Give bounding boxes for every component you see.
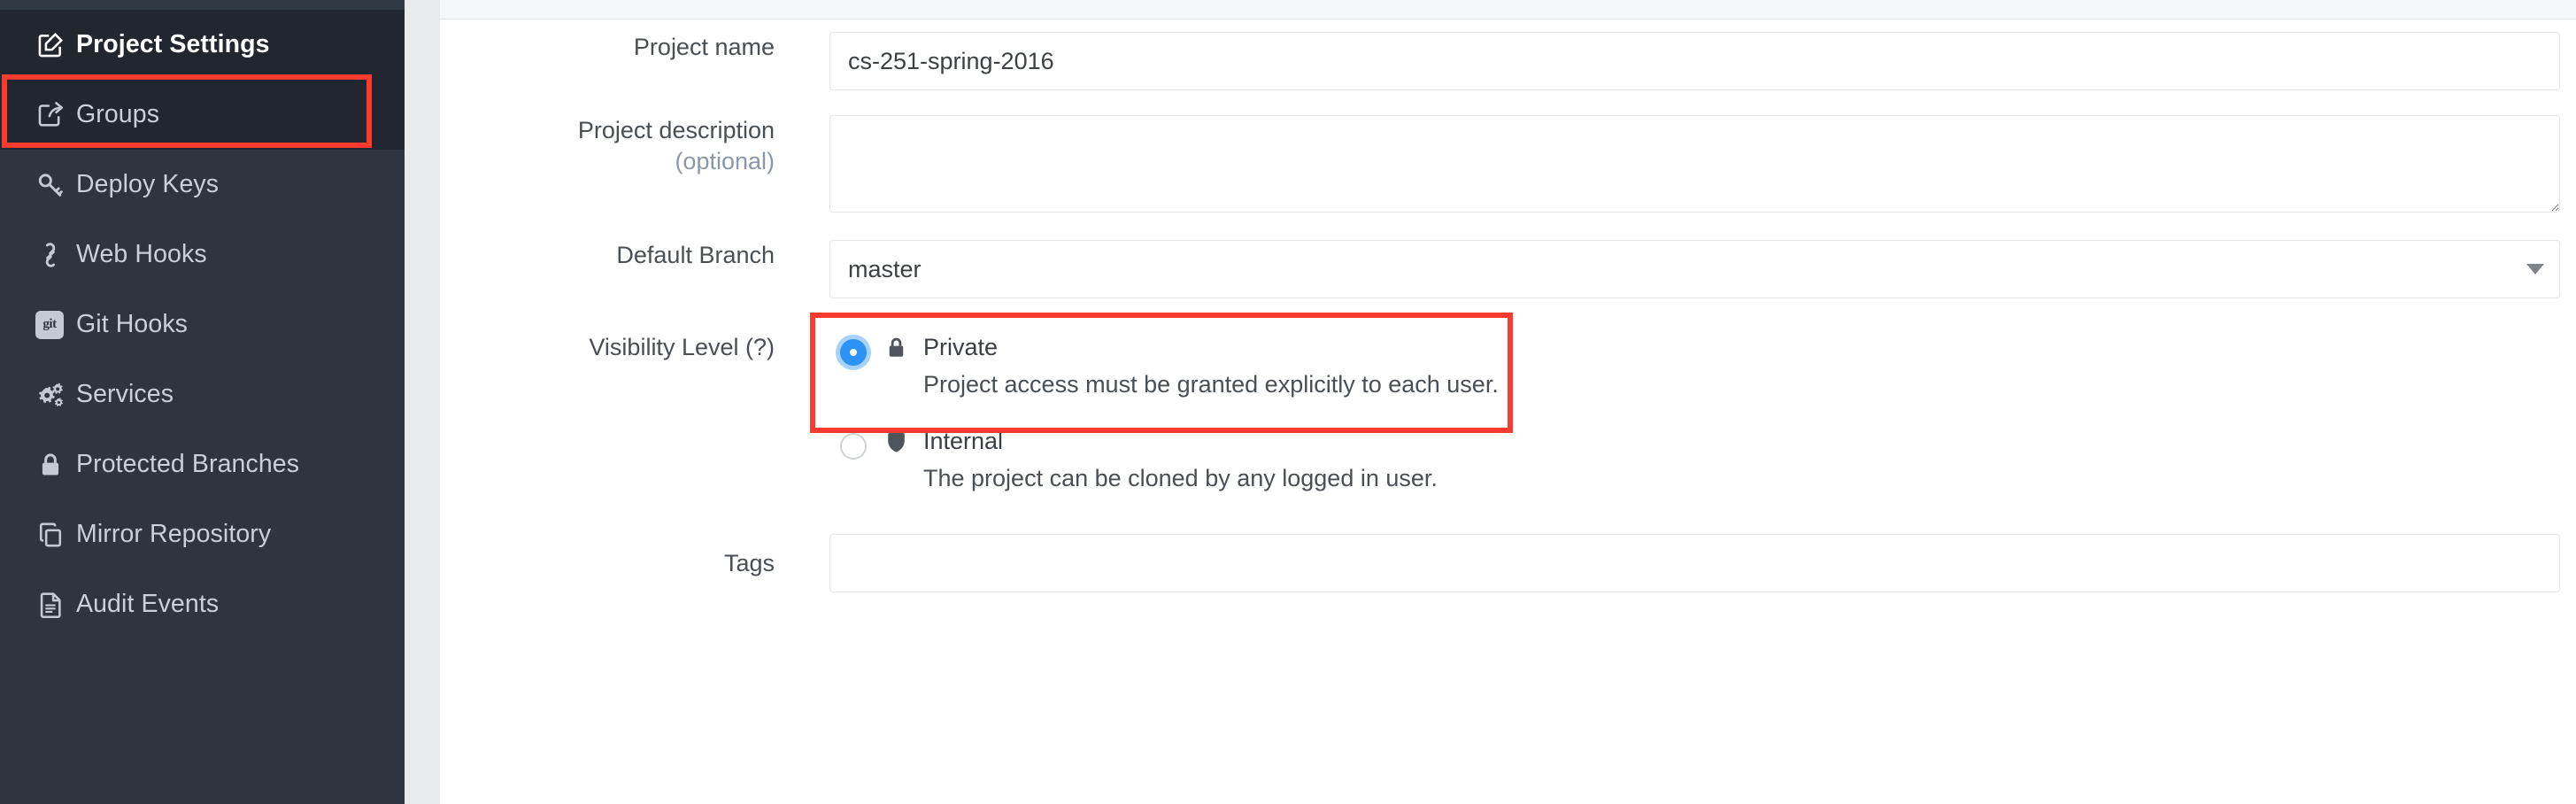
default-branch-select[interactable]: master [829, 240, 2560, 298]
sidebar-item-web-hooks[interactable]: Web Hooks [0, 220, 405, 290]
sidebar-item-protected-branches[interactable]: Protected Branches [0, 429, 405, 499]
project-description-label: Project description (optional) [440, 115, 829, 176]
field-row-tags: Tags [440, 533, 2576, 592]
layout-gutter [405, 0, 440, 804]
visibility-radio-internal[interactable] [837, 429, 872, 465]
sidebar: Project Settings Groups Deploy Keys Web … [0, 0, 405, 804]
git-badge-icon: git [35, 310, 76, 339]
project-settings-form: Project name Project description (option… [440, 19, 2576, 804]
lock-icon [872, 332, 920, 361]
project-description-label-text: Project description [577, 117, 775, 143]
key-icon [35, 170, 76, 200]
sidebar-item-label: Project Settings [76, 30, 270, 58]
sidebar-item-label: Audit Events [76, 590, 220, 618]
sidebar-item-label: Deploy Keys [76, 170, 220, 198]
visibility-option-internal[interactable]: Internal The project can be cloned by an… [829, 426, 2560, 495]
lock-icon [35, 450, 76, 480]
visibility-option-title: Private [923, 334, 999, 360]
visibility-radio-private[interactable] [837, 336, 872, 371]
content-header-strip [440, 0, 2576, 19]
visibility-option-description: Project access must be granted explicitl… [923, 370, 1499, 398]
sidebar-item-audit-events[interactable]: Audit Events [0, 569, 405, 639]
gears-icon [35, 380, 76, 410]
sidebar-top-strip [0, 0, 405, 10]
field-row-visibility-level: Visibility Level (?) Private Project acc… [440, 313, 2576, 495]
project-name-label: Project name [633, 34, 775, 60]
project-name-input[interactable] [829, 32, 2560, 90]
project-settings-page: Project Settings Groups Deploy Keys Web … [0, 0, 2576, 804]
edit-square-icon [35, 30, 76, 60]
shield-icon [872, 426, 920, 455]
sidebar-item-label: Services [76, 380, 174, 408]
copy-icon [35, 520, 76, 550]
sidebar-item-label: Protected Branches [76, 450, 300, 478]
sidebar-item-services[interactable]: Services [0, 359, 405, 429]
share-arrow-icon [35, 100, 76, 130]
field-row-default-branch: Default Branch master [440, 240, 2576, 298]
sidebar-item-deploy-keys[interactable]: Deploy Keys [0, 150, 405, 220]
visibility-options-list: Private Project access must be granted e… [810, 313, 2560, 495]
sidebar-item-label: Web Hooks [76, 240, 207, 268]
sidebar-nav: Project Settings Groups Deploy Keys Web … [0, 10, 405, 639]
sidebar-item-mirror-repository[interactable]: Mirror Repository [0, 499, 405, 569]
document-icon [35, 590, 76, 620]
sidebar-item-label: Groups [76, 100, 160, 128]
sidebar-item-label: Mirror Repository [76, 520, 272, 548]
visibility-option-description: The project can be cloned by any logged … [923, 464, 1438, 491]
link-icon [35, 240, 76, 270]
tags-label: Tags [723, 549, 775, 576]
visibility-option-private[interactable]: Private Project access must be granted e… [810, 313, 2560, 433]
visibility-option-title: Internal [923, 427, 1004, 454]
visibility-level-label: Visibility Level (?) [589, 334, 775, 360]
sidebar-item-git-hooks[interactable]: git Git Hooks [0, 290, 405, 359]
field-row-project-description: Project description (optional) [440, 115, 2576, 217]
default-branch-label: Default Branch [616, 242, 775, 268]
tags-input[interactable] [829, 533, 2560, 592]
project-description-textarea[interactable] [829, 115, 2560, 213]
settings-content: Project name Project description (option… [440, 0, 2576, 804]
sidebar-item-groups[interactable]: Groups [0, 80, 405, 150]
project-description-optional-text: (optional) [675, 147, 775, 174]
sidebar-item-project-settings[interactable]: Project Settings [0, 10, 405, 80]
sidebar-item-label: Git Hooks [76, 310, 189, 338]
field-row-project-name: Project name [440, 32, 2576, 90]
